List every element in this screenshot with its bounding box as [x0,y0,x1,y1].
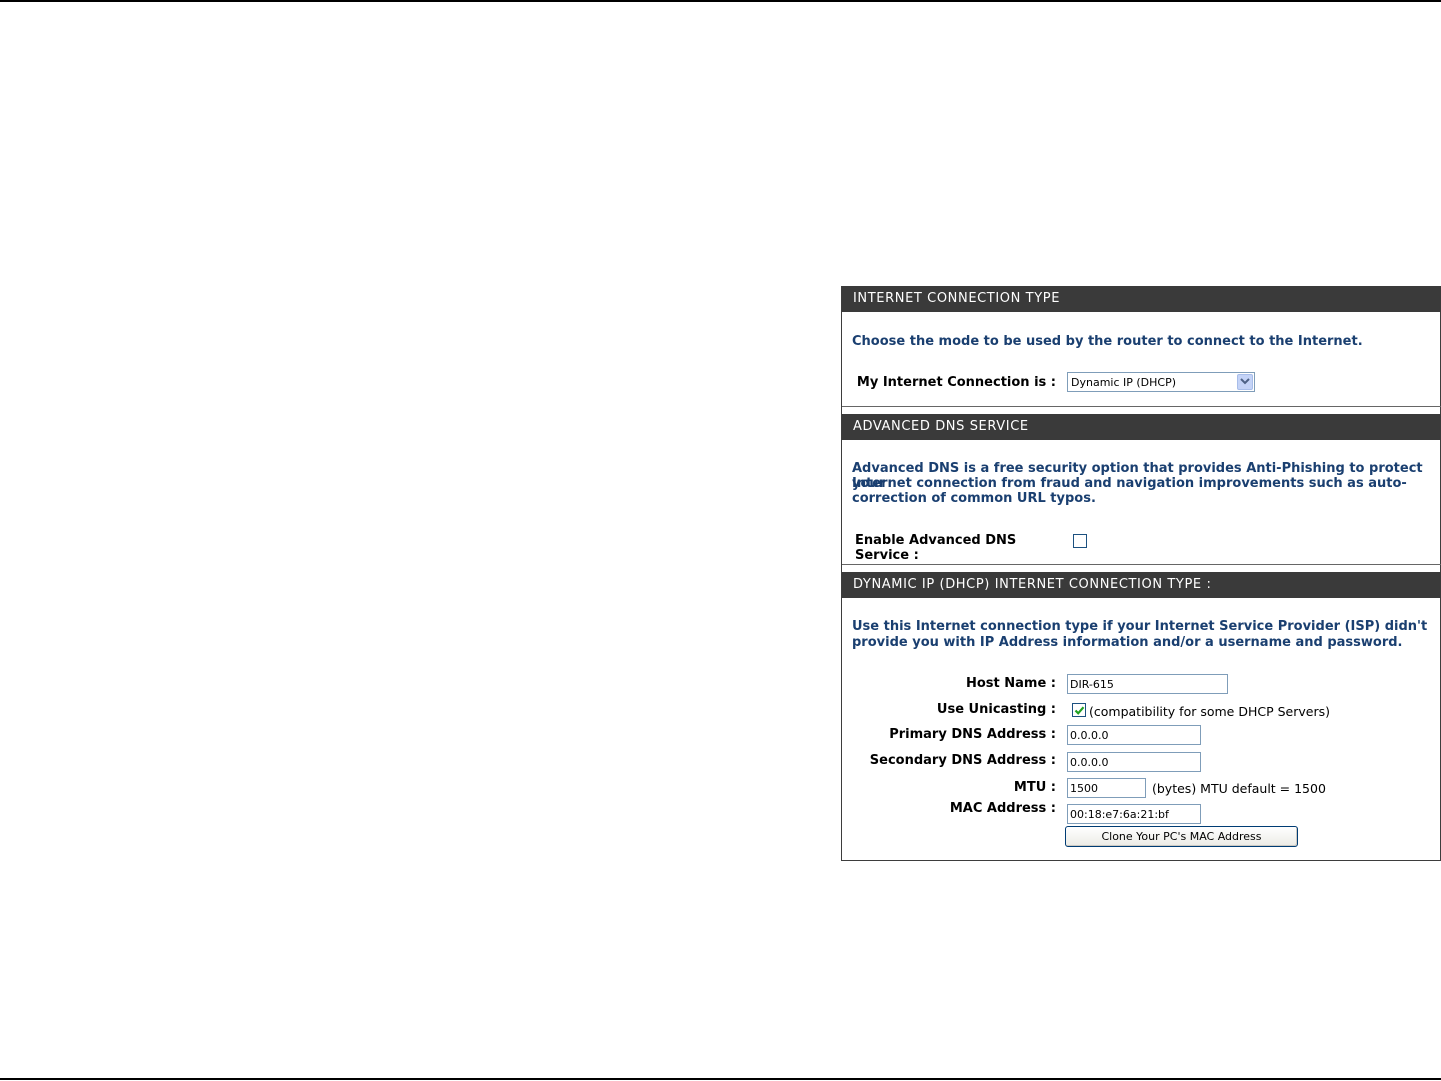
mtu-note: (bytes) MTU default = 1500 [1152,781,1326,796]
enable-advanced-dns-label: Enable Advanced DNS Service : [855,533,1017,563]
section-divider [842,564,1441,565]
advanced-dns-description-line2: Internet connection from fraud and navig… [852,476,1407,491]
dhcp-description-line2: provide you with IP Address information … [852,635,1403,650]
dropdown-button[interactable] [1237,374,1253,390]
internet-connection-type-header: INTERNET CONNECTION TYPE [842,286,1441,312]
primary-dns-input[interactable]: 0.0.0.0 [1067,725,1201,745]
use-unicasting-note: (compatibility for some DHCP Servers) [1089,704,1330,719]
host-name-label: Host Name : [965,676,1056,691]
secondary-dns-input[interactable]: 0.0.0.0 [1067,752,1201,772]
chevron-down-icon [1240,378,1250,385]
checkmark-icon [1074,706,1085,715]
mtu-input[interactable]: 1500 [1067,778,1146,798]
connection-type-selected-value: Dynamic IP (DHCP) [1071,376,1177,389]
mac-address-label: MAC Address : [949,801,1056,816]
mac-address-input[interactable]: 00:18:e7:6a:21:bf [1067,804,1201,824]
page-bottom-rule [0,1078,1441,1080]
connection-type-select[interactable]: Dynamic IP (DHCP) [1067,372,1255,392]
section-divider [842,406,1441,407]
advanced-dns-header: ADVANCED DNS SERVICE [842,414,1441,440]
clone-mac-address-button[interactable]: Clone Your PC's MAC Address [1065,826,1298,847]
secondary-dns-label: Secondary DNS Address : [869,753,1056,768]
mtu-label: MTU : [1013,780,1056,795]
primary-dns-label: Primary DNS Address : [889,727,1056,742]
use-unicasting-label: Use Unicasting : [936,702,1056,717]
page-top-rule [0,0,1441,2]
dhcp-description-line1: Use this Internet connection type if you… [852,619,1428,634]
enable-advanced-dns-checkbox[interactable] [1073,534,1087,548]
connection-type-label: My Internet Connection is : [856,375,1056,390]
use-unicasting-checkbox[interactable] [1072,703,1086,717]
host-name-input[interactable]: DIR-615 [1067,674,1228,694]
dhcp-header: DYNAMIC IP (DHCP) INTERNET CONNECTION TY… [842,572,1441,598]
advanced-dns-description-line3: correction of common URL typos. [852,491,1096,506]
internet-settings-panel: INTERNET CONNECTION TYPE Choose the mode… [841,286,1441,861]
connection-type-description: Choose the mode to be used by the router… [852,334,1363,349]
